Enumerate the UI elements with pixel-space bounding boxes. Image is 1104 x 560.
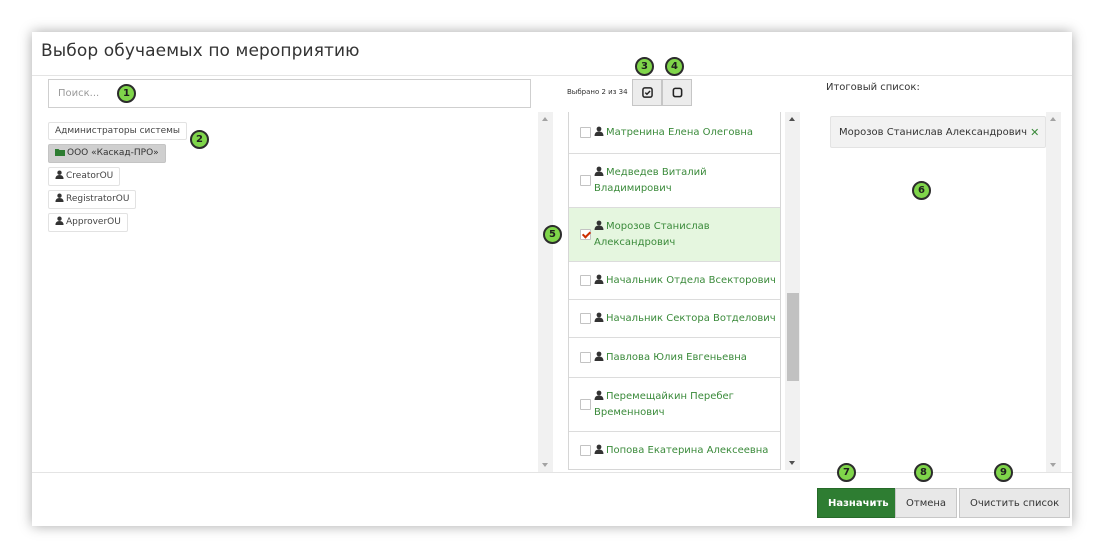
learner-name: Попова Екатерина Алексеевна: [606, 444, 769, 456]
list-item[interactable]: Матренина Елена Олеговна: [569, 112, 780, 154]
tree-item-label: CreatorOU: [66, 171, 114, 181]
user-icon: [594, 390, 604, 405]
annotation-badge-5: 5: [543, 225, 562, 244]
user-icon: [594, 166, 604, 181]
list-item[interactable]: Медведев Виталий Владимирович: [569, 154, 780, 208]
tree-item-company[interactable]: ООО «Каскад-ПРО»: [48, 144, 166, 163]
folder-icon: [55, 148, 65, 160]
row-checkbox[interactable]: [580, 175, 591, 186]
user-icon: [55, 170, 64, 183]
clear-list-button[interactable]: Очистить список: [959, 488, 1071, 518]
final-list-label: Итоговый список:: [826, 82, 920, 93]
user-icon: [594, 312, 604, 327]
list-scrollbar[interactable]: [785, 112, 800, 470]
annotation-badge-7: 7: [837, 463, 856, 482]
deselect-all-button[interactable]: [662, 79, 692, 106]
chip-label: Морозов Станислав Александрович: [839, 126, 1028, 138]
assign-button[interactable]: Назначить: [817, 488, 900, 518]
assign-learners-dialog: Выбор обучаемых по мероприятию Администр…: [32, 32, 1072, 526]
scroll-down-arrow-icon[interactable]: [1050, 463, 1056, 467]
square-icon: [672, 83, 683, 102]
tree-scrollbar[interactable]: [538, 112, 553, 472]
learner-name: Начальник Сектора Вотделович: [606, 312, 776, 324]
close-icon[interactable]: ✕: [1030, 126, 1039, 139]
user-icon: [594, 351, 604, 366]
learner-name: Перемещайкин Перебег Временнович: [594, 391, 734, 418]
row-checkbox[interactable]: [580, 275, 591, 286]
row-checkbox[interactable]: [580, 352, 591, 363]
row-checkbox[interactable]: [580, 127, 591, 138]
list-item[interactable]: Начальник Отдела Всекторович: [569, 262, 780, 300]
list-item[interactable]: Начальник Сектора Вотделович: [569, 300, 780, 338]
row-checkbox[interactable]: [580, 313, 591, 324]
check-square-icon: [641, 83, 653, 102]
annotation-badge-1: 1: [117, 84, 136, 103]
scroll-up-arrow-icon[interactable]: [1050, 117, 1056, 121]
final-list-area: [816, 112, 1062, 472]
user-icon: [594, 220, 604, 235]
learner-name: Матренина Елена Олеговна: [606, 126, 754, 138]
scroll-up-arrow-icon[interactable]: [542, 117, 548, 121]
learner-name: Медведев Виталий Владимирович: [594, 167, 707, 194]
user-icon: [55, 216, 64, 229]
list-item[interactable]: Морозов Станислав Александрович: [569, 208, 780, 262]
user-icon: [55, 193, 64, 206]
title-divider: [32, 75, 1072, 76]
scroll-down-arrow-icon[interactable]: [789, 461, 795, 465]
scroll-down-arrow-icon[interactable]: [542, 463, 548, 467]
select-all-button[interactable]: [632, 79, 662, 106]
tree-item-label: RegistratorOU: [66, 194, 130, 204]
tree-item-label: ООО «Каскад-ПРО»: [67, 148, 159, 158]
user-icon: [594, 444, 604, 459]
row-checkbox[interactable]: [580, 229, 591, 240]
annotation-badge-6: 6: [912, 181, 931, 200]
selected-count: Выбрано 2 из 34: [567, 88, 628, 96]
tree-item-registratorou[interactable]: RegistratorOU: [48, 190, 137, 209]
org-tree: Администраторы системы ООО «Каскад-ПРО» …: [48, 122, 188, 236]
tree-item-label: ApproverOU: [66, 217, 121, 227]
user-icon: [594, 126, 604, 141]
dialog-title: Выбор обучаемых по мероприятию: [41, 41, 360, 61]
tree-item-creatorou[interactable]: CreatorOU: [48, 167, 121, 186]
scroll-up-arrow-icon[interactable]: [789, 117, 795, 121]
tree-item-label: Администраторы системы: [55, 126, 181, 136]
learner-name: Морозов Станислав Александрович: [594, 221, 710, 248]
selected-learner-chip: Морозов Станислав Александрович ✕: [830, 116, 1047, 148]
annotation-badge-2: 2: [190, 130, 209, 149]
annotation-badge-4: 4: [665, 57, 684, 76]
user-icon: [594, 274, 604, 289]
scrollbar-thumb[interactable]: [787, 293, 799, 381]
annotation-badge-3: 3: [635, 57, 654, 76]
annotation-badge-8: 8: [914, 463, 933, 482]
cancel-button[interactable]: Отмена: [895, 488, 958, 518]
tree-item-approverou[interactable]: ApproverOU: [48, 213, 128, 232]
list-item[interactable]: Попова Екатерина Алексеевна: [569, 432, 780, 469]
list-item[interactable]: Павлова Юлия Евгеньевна: [569, 338, 780, 378]
row-checkbox[interactable]: [580, 399, 591, 410]
tree-item-admins[interactable]: Администраторы системы: [48, 122, 188, 140]
final-list-scrollbar[interactable]: [1046, 112, 1061, 472]
learner-name: Начальник Отдела Всекторович: [606, 274, 776, 286]
learner-list: Матренина Елена Олеговна Медведев Витали…: [568, 112, 781, 470]
list-item[interactable]: Перемещайкин Перебег Временнович: [569, 378, 780, 432]
learner-name: Павлова Юлия Евгеньевна: [606, 351, 747, 363]
annotation-badge-9: 9: [994, 463, 1013, 482]
row-checkbox[interactable]: [580, 445, 591, 456]
